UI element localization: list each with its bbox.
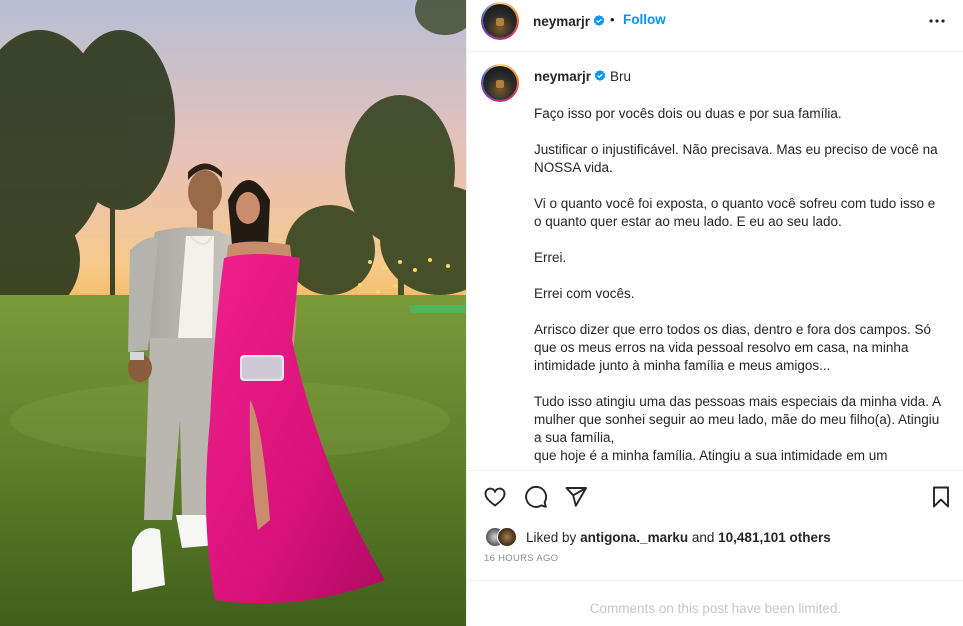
- post-header: neymarjr • Follow: [467, 0, 963, 52]
- caption-paragraph: Justificar o injustificável. Não precisa…: [534, 142, 938, 175]
- verified-badge-icon: [594, 70, 606, 81]
- caption-paragraph: Errei com vocês.: [534, 286, 635, 301]
- liked-by-avatars[interactable]: [485, 527, 525, 547]
- post-image: [0, 0, 466, 626]
- heart-icon[interactable]: [483, 485, 507, 509]
- post-timestamp[interactable]: 16 HOURS AGO: [484, 553, 558, 564]
- author-avatar[interactable]: [481, 2, 519, 40]
- caption-paragraph: Arrisco dizer que erro todos os dias, de…: [534, 322, 931, 373]
- bookmark-icon[interactable]: [929, 485, 953, 509]
- caption-area: neymarjr Bru Faço isso por vocês dois ou …: [467, 52, 963, 470]
- liked-by-text: Liked by antigona._marku and 10,481,101 …: [526, 530, 831, 545]
- caption-text: Faço isso por vocês dois ou duas e por s…: [534, 105, 944, 470]
- author-username-row: neymarjr: [533, 13, 605, 31]
- avatar: [497, 527, 517, 547]
- liked-count[interactable]: 10,481,101 others: [718, 530, 831, 545]
- caption-header: neymarjr Bru: [534, 69, 631, 84]
- caption-mention[interactable]: Bru: [610, 69, 631, 84]
- liked-user[interactable]: antigona._marku: [580, 530, 688, 545]
- more-options-icon[interactable]: [926, 12, 948, 30]
- caption-paragraph: Vi o quanto você foi exposta, o quanto v…: [534, 196, 936, 229]
- post-actions: Liked by antigona._marku and 10,481,101 …: [467, 470, 963, 580]
- follow-button[interactable]: Follow: [623, 12, 666, 27]
- liked-conj: and: [691, 530, 715, 545]
- caption-paragraph: Errei.: [534, 250, 567, 265]
- liked-prefix: Liked by: [526, 530, 577, 545]
- separator-dot: •: [610, 12, 615, 27]
- verified-badge-icon: [593, 15, 605, 26]
- author-username[interactable]: neymarjr: [533, 14, 590, 29]
- caption-paragraph: Tudo isso atingiu uma das pessoas mais e…: [534, 394, 941, 463]
- caption-paragraph: Faço isso por vocês dois ou duas e por s…: [534, 106, 842, 121]
- paper-plane-icon[interactable]: [564, 485, 588, 509]
- comments-limited-notice: Comments on this post have been limited.: [467, 580, 963, 626]
- post-photo[interactable]: [0, 0, 466, 626]
- post-panel: neymarjr • Follow neymarjr Bru Faço isso …: [466, 0, 963, 626]
- comment-icon[interactable]: [524, 485, 548, 509]
- caption-avatar[interactable]: [481, 64, 519, 102]
- caption-username[interactable]: neymarjr: [534, 69, 591, 84]
